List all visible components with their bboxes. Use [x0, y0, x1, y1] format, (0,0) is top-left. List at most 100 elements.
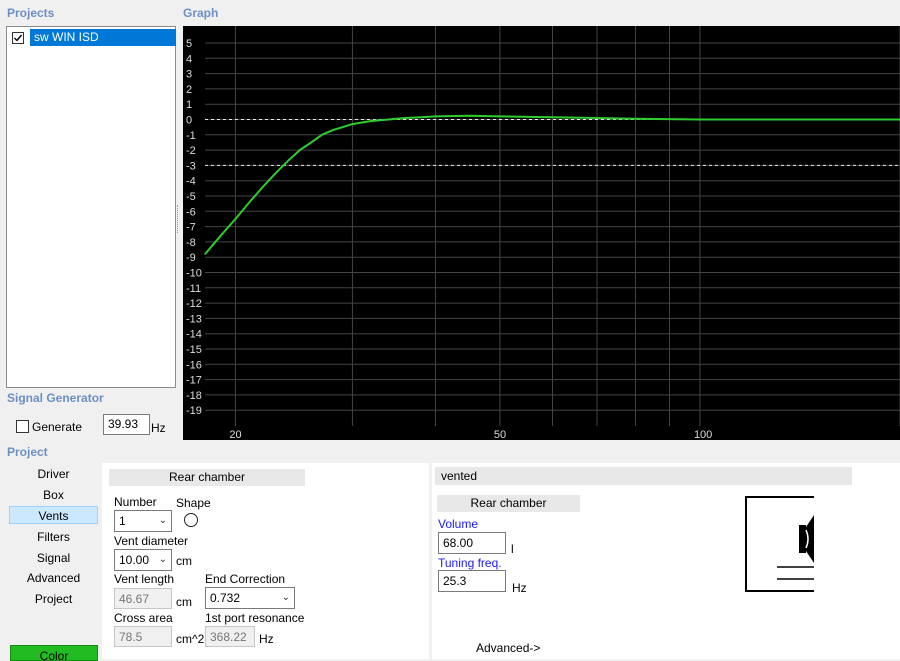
port-resonance-unit: Hz [259, 632, 274, 646]
data-point [596, 117, 598, 119]
check-icon [14, 34, 23, 42]
y-tick-label: -12 [186, 298, 202, 310]
vent-diameter-value: 10.00 [119, 553, 150, 567]
data-point [499, 115, 501, 118]
y-tick-label: -6 [186, 206, 196, 218]
vented-box-diagram-icon [745, 496, 814, 592]
data-point [699, 118, 701, 121]
y-tick-label: -17 [186, 375, 202, 387]
projects-title: Projects [7, 6, 55, 20]
data-point [321, 134, 323, 136]
y-tick-label: -15 [186, 344, 202, 356]
y-tick-label: 1 [186, 99, 192, 111]
x-tick-label: 100 [694, 429, 712, 440]
chevron-down-icon: ⌄ [158, 515, 167, 526]
data-point [387, 118, 390, 121]
number-label: Number [114, 495, 157, 509]
nav-filters[interactable]: Filters [9, 528, 98, 546]
data-point [331, 129, 334, 131]
x-tick-label: 20 [229, 429, 241, 440]
vents-rear-chamber-header: Rear chamber [109, 469, 305, 486]
cross-area-field[interactable]: 78.5 [114, 626, 172, 647]
generate-label: Generate [32, 420, 83, 434]
y-tick-label: -11 [186, 283, 201, 295]
nav-box[interactable]: Box [9, 486, 98, 504]
graph-title: Graph [183, 6, 219, 20]
cross-area-unit: cm^2 [176, 632, 205, 646]
tuning-freq-unit: Hz [512, 581, 527, 595]
y-tick-label: -5 [186, 191, 196, 203]
y-tick-label: -1 [186, 130, 196, 142]
chevron-down-icon: ⌄ [281, 592, 290, 603]
chevron-down-icon: ⌄ [158, 554, 167, 565]
end-correction-label: End Correction [205, 572, 286, 586]
project-checkbox[interactable] [12, 32, 24, 44]
y-tick-label: 5 [186, 38, 192, 50]
generate-checkbox[interactable] [16, 420, 29, 433]
vent-diameter-select[interactable]: 10.00 ⌄ [114, 549, 172, 571]
y-tick-label: -7 [186, 222, 196, 234]
port-resonance-label: 1st port resonance [205, 611, 305, 625]
cross-area-label: Cross area [114, 611, 173, 625]
vent-length-field[interactable]: 46.67 [114, 588, 172, 609]
end-correction-select[interactable]: 0.732 ⌄ [205, 587, 295, 609]
nav-vents[interactable]: Vents [9, 506, 98, 524]
data-point [351, 123, 354, 125]
nav-project[interactable]: Project [9, 590, 98, 608]
nav-driver[interactable]: Driver [9, 465, 98, 483]
y-tick-label: -9 [186, 252, 196, 264]
y-tick-label: -10 [186, 268, 202, 280]
signal-frequency-input[interactable]: 39.93 [103, 414, 150, 435]
data-point [287, 160, 289, 162]
x-tick-label: 50 [494, 429, 506, 440]
data-point [262, 186, 264, 188]
y-tick-label: 4 [186, 53, 192, 65]
data-point [204, 253, 206, 255]
y-tick-label: 0 [186, 115, 192, 127]
data-point [404, 117, 406, 119]
data-point [248, 201, 251, 203]
vent-length-label: Vent length [114, 572, 175, 586]
project-name[interactable]: sw WIN ISD [30, 29, 176, 46]
box-rear-chamber-header: Rear chamber [437, 495, 580, 512]
volume-input[interactable]: 68.00 [438, 532, 506, 554]
round-shape-icon[interactable] [184, 513, 198, 527]
projects-list[interactable]: sw WIN ISD [6, 26, 176, 388]
box-panel [432, 463, 900, 659]
project-item[interactable]: sw WIN ISD [10, 29, 176, 46]
data-point [468, 115, 471, 117]
y-tick-label: -3 [186, 160, 196, 172]
data-point [634, 118, 637, 120]
data-point [220, 235, 222, 237]
y-tick-label: -13 [186, 313, 202, 325]
y-tick-label: -8 [186, 237, 196, 249]
vent-diameter-unit: cm [176, 554, 192, 568]
shape-label: Shape [176, 496, 211, 510]
tuning-freq-label: Tuning freq. [438, 556, 502, 570]
signal-frequency-unit: Hz [151, 421, 166, 435]
project-section-title: Project [7, 445, 48, 459]
data-point [551, 116, 554, 118]
nav-advanced[interactable]: Advanced [9, 569, 98, 587]
data-point [370, 120, 372, 122]
nav-signal[interactable]: Signal [9, 549, 98, 567]
advanced-link[interactable]: Advanced-> [476, 641, 540, 655]
volume-label: Volume [438, 517, 479, 531]
splitter-grip[interactable] [177, 205, 181, 233]
y-tick-label: -19 [186, 405, 202, 417]
data-point [299, 149, 301, 151]
graph-area[interactable]: 5 4 3 2 1 0 -1 -2 -3 -4 -5 -6 -7 -8 -9 -10 -11 -12 -13 -14 -… [183, 26, 900, 441]
volume-unit: l [511, 542, 514, 556]
vent-diameter-label: Vent diameter [114, 534, 189, 548]
y-tick-label: -4 [186, 176, 196, 188]
y-tick-label: -14 [186, 329, 202, 341]
port-resonance-field[interactable]: 368.22 [205, 626, 255, 647]
vent-length-unit: cm [176, 595, 192, 609]
y-tick-label: -16 [186, 359, 202, 371]
box-type-header: vented [435, 467, 852, 485]
color-button-label: Color [39, 649, 69, 661]
signal-generator-title: Signal Generator [7, 391, 104, 405]
vent-number-select[interactable]: 1 ⌄ [114, 510, 172, 532]
tuning-freq-input[interactable]: 25.3 [438, 570, 506, 592]
data-point [816, 118, 818, 121]
